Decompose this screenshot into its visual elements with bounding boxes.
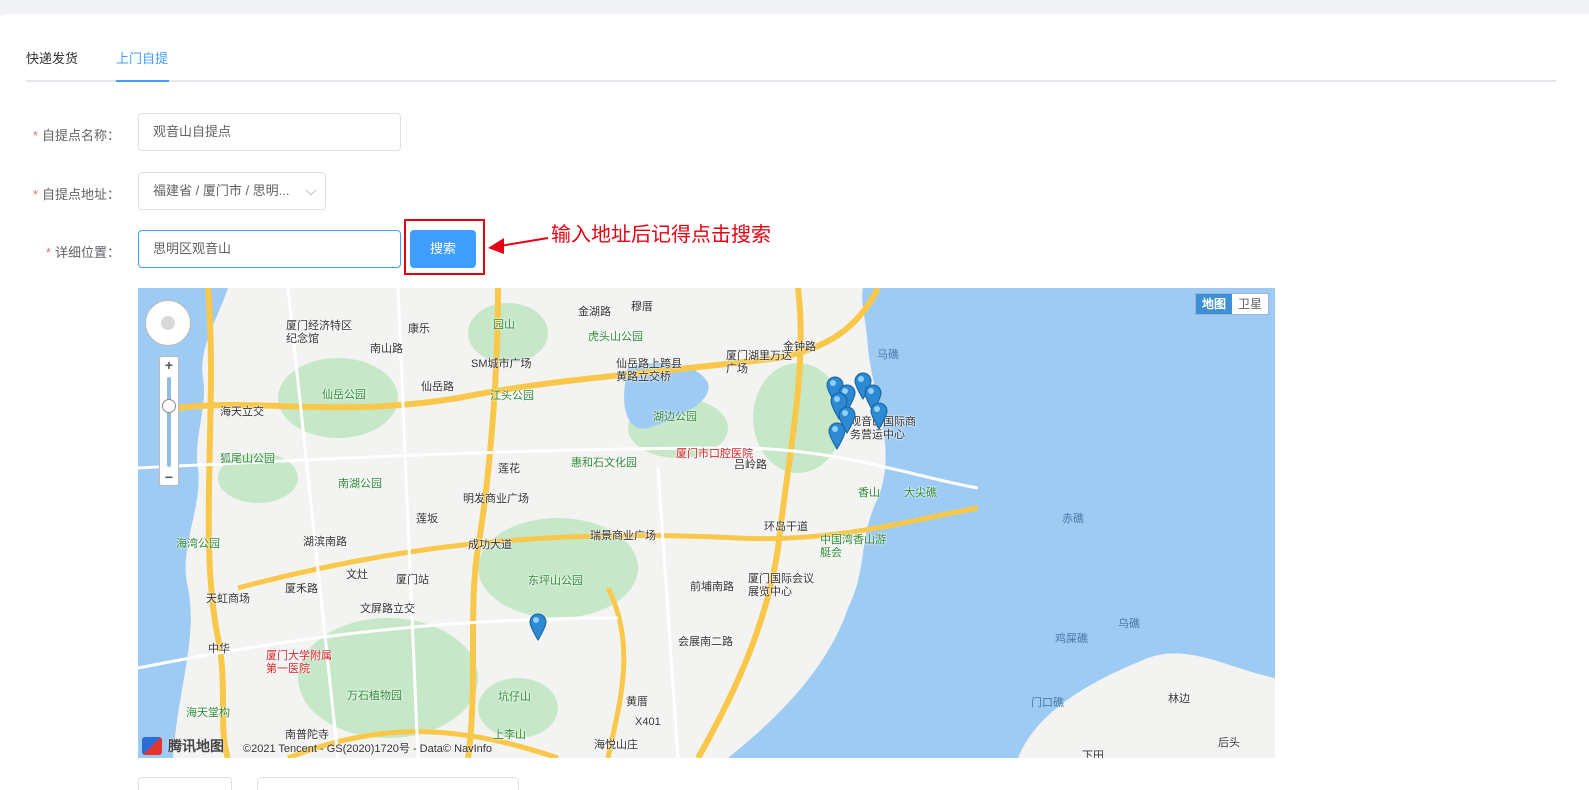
map-label: 前埔南路 xyxy=(690,581,734,593)
map-label: 南山路 xyxy=(370,343,403,355)
map-label: 上李山 xyxy=(493,729,526,741)
map-label: 瑞景商业广场 xyxy=(590,530,656,542)
pickup-name-label: * 自提点名称： xyxy=(0,125,120,144)
map-label: 林边 xyxy=(1168,693,1190,705)
map-label: 坑仔山 xyxy=(498,691,531,703)
annotation-arrow-icon xyxy=(488,237,549,254)
tencent-map-logo: 腾讯地图 xyxy=(142,736,224,756)
map-label: 文屏路立交 xyxy=(360,603,415,615)
map-label: 香山 xyxy=(858,487,880,499)
map-label: 湖边公园 xyxy=(653,411,697,423)
active-tab-indicator xyxy=(116,80,169,82)
zoom-slider-track[interactable] xyxy=(167,377,171,467)
pan-center-icon xyxy=(161,316,175,330)
map-label: 厦门经济特区纪念馆 xyxy=(286,320,352,345)
zoom-out-icon[interactable]: − xyxy=(160,469,178,485)
map-label: 康乐 xyxy=(408,323,430,335)
map-label: 海天堂构 xyxy=(186,707,230,719)
location-pin-icon[interactable] xyxy=(529,613,547,641)
map-label: 海湾公园 xyxy=(176,538,220,550)
map-label: 中华 xyxy=(208,643,230,655)
map-label: 成功大道 xyxy=(468,539,512,551)
zoom-slider-handle[interactable] xyxy=(162,399,176,413)
pickup-name-label-text: 自提点名称： xyxy=(41,128,120,143)
delivery-tabs: 快递发货 上门自提 xyxy=(26,36,1556,82)
logo-text: 腾讯地图 xyxy=(168,738,224,754)
location-pin-icon[interactable] xyxy=(870,402,888,430)
map-type-standard[interactable]: 地图 xyxy=(1195,294,1232,314)
zoom-in-icon[interactable]: + xyxy=(160,357,178,373)
map-label: 厦门国际会议展览中心 xyxy=(748,573,814,598)
map-label: 惠和石文化园 xyxy=(571,457,637,469)
pickup-name-input[interactable]: 观音山自提点 xyxy=(138,113,401,151)
map-label: 海天立交 xyxy=(220,406,264,418)
map-label: 黄厝 xyxy=(626,696,648,708)
region-cascader-value: 福建省 / 厦门市 / 思明... xyxy=(153,183,290,198)
map-label: 后头 xyxy=(1218,737,1240,749)
required-mark: * xyxy=(32,128,38,143)
detail-location-input[interactable]: 思明区观音山 xyxy=(138,230,401,268)
map-label: 明发商业广场 xyxy=(463,493,529,505)
map-label: 湖滨南路 xyxy=(303,536,347,548)
map-label: 南湖公园 xyxy=(338,478,382,490)
map-label: 江头公园 xyxy=(490,390,534,402)
map-type-satellite[interactable]: 卫星 xyxy=(1232,294,1268,314)
map-label: 环岛干道 xyxy=(764,521,808,533)
map-label: 金钟路 xyxy=(783,341,816,353)
tencent-map-logo-icon xyxy=(142,737,162,755)
map-label: 万石植物园 xyxy=(347,690,402,702)
map-label: 仙岳公园 xyxy=(322,389,366,401)
map-label: 金湖路 xyxy=(578,306,611,318)
tab-express-delivery[interactable]: 快递发货 xyxy=(26,50,78,68)
map-zoom-control[interactable]: + − xyxy=(159,356,179,486)
next-row-field[interactable] xyxy=(138,777,232,790)
required-mark: * xyxy=(45,245,51,260)
location-pin-icon[interactable] xyxy=(828,422,846,450)
map-label: 狐尾山公园 xyxy=(220,453,275,465)
detail-location-label: * 详细位置： xyxy=(0,242,120,261)
map-label: 大尖礁 xyxy=(904,487,937,499)
map-label: 厦禾路 xyxy=(285,583,318,595)
map-label: 仙岳路上跨县黄路立交桥 xyxy=(616,358,682,383)
map-label: 赤礁 xyxy=(1062,513,1084,525)
map-type-toggle[interactable]: 地图 卫星 xyxy=(1194,293,1269,315)
map-label: 天虹商场 xyxy=(206,593,250,605)
map-label: 中国湾香山游艇会 xyxy=(820,534,886,559)
map-copyright: ©2021 Tencent - GS(2020)1720号 - Data© Na… xyxy=(243,743,492,755)
map-label: 园山 xyxy=(493,319,515,331)
map-label: 莲花 xyxy=(498,463,520,475)
map-label: 虎头山公园 xyxy=(588,331,643,343)
required-mark: * xyxy=(32,187,38,202)
map-label: 莲坂 xyxy=(416,513,438,525)
map-label: 厦门大学附属第一医院 xyxy=(266,650,332,675)
map-label: 会展南二路 xyxy=(678,636,733,648)
map-label: 穆厝 xyxy=(631,301,653,313)
map-label: 鸡屎礁 xyxy=(1055,633,1088,645)
next-row-field[interactable] xyxy=(257,777,519,790)
tab-self-pickup[interactable]: 上门自提 xyxy=(116,50,168,68)
detail-location-label-text: 详细位置： xyxy=(54,245,120,260)
map-label: 厦门站 xyxy=(396,574,429,586)
chevron-down-icon xyxy=(305,184,317,196)
map-label: 门口礁 xyxy=(1031,697,1064,709)
map-pan-control[interactable] xyxy=(145,300,191,346)
map-label: 吕岭路 xyxy=(734,459,767,471)
map-base-layer xyxy=(138,288,1275,758)
map-label: 东坪山公园 xyxy=(528,575,583,587)
region-cascader[interactable]: 福建省 / 厦门市 / 思明... xyxy=(138,172,326,210)
map-label: SM城市广场 xyxy=(471,358,532,370)
map-label: 仙岳路 xyxy=(421,381,454,393)
map-label: 文灶 xyxy=(346,569,368,581)
annotation-text: 输入地址后记得点击搜索 xyxy=(551,224,771,246)
map-label: 乌礁 xyxy=(1118,618,1140,630)
search-button[interactable]: 搜索 xyxy=(410,230,476,268)
pickup-address-label-text: 自提点地址： xyxy=(41,187,120,202)
pickup-address-label: * 自提点地址： xyxy=(0,184,120,203)
map-label: 马礁 xyxy=(877,349,899,361)
map-label: 海悦山庄 xyxy=(594,739,638,751)
map-label: 下田 xyxy=(1082,750,1104,758)
map-label: X401 xyxy=(635,716,661,728)
map-view[interactable]: 地图 卫星 + − 厦门经济特区纪念馆 康乐 园山 金湖路 穆厝 虎头山公园 SM城市广场仙… xyxy=(138,288,1275,758)
